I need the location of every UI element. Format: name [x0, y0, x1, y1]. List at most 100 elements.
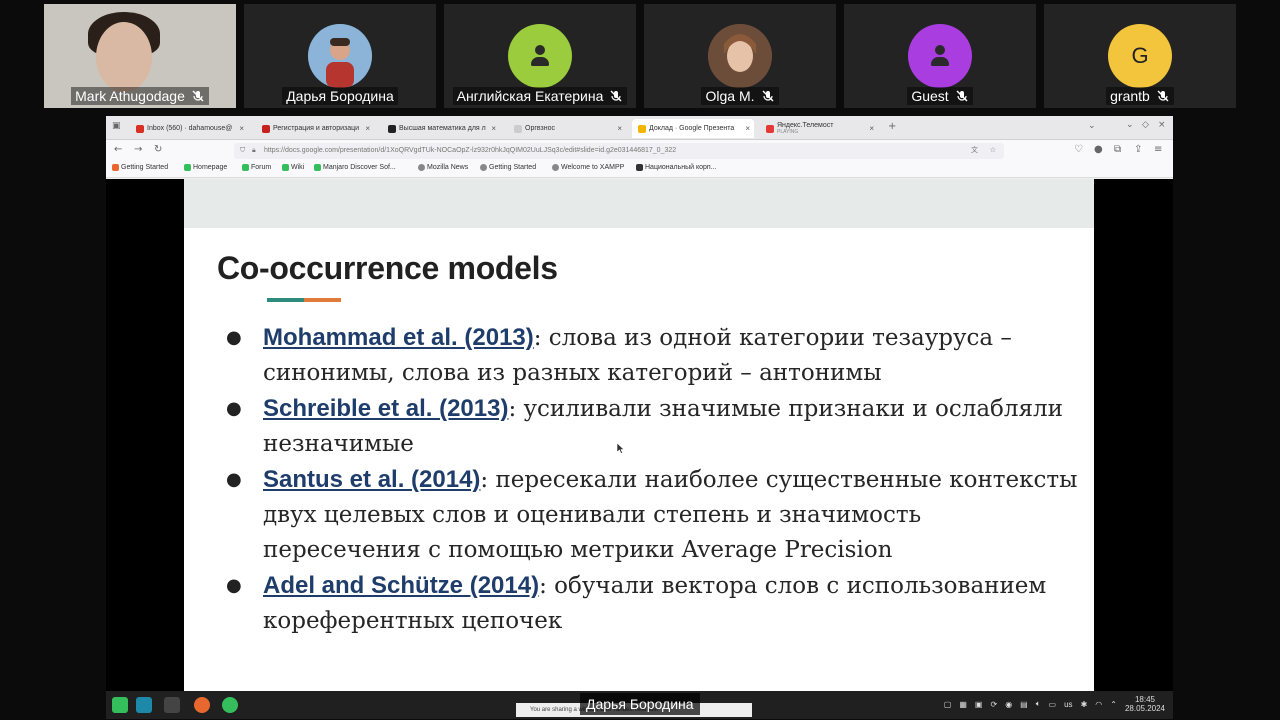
screenshot-icon[interactable]: ▣ — [975, 700, 983, 709]
participant-name: Английская Екатерина — [456, 88, 604, 104]
bullet-item: ● Adel and Schütze (2014): обучали вектор… — [226, 572, 1047, 634]
tab-list-chevron-icon[interactable]: ⌄ — [1088, 121, 1096, 131]
participant-name: Guest — [911, 88, 949, 104]
tab-overview-icon[interactable]: ▣ — [112, 121, 121, 131]
telemost-icon — [766, 124, 774, 133]
mic-muted-icon — [1157, 90, 1169, 102]
page-icon — [388, 124, 396, 133]
avatar-letter: G — [1131, 43, 1149, 68]
bookmark-item[interactable]: Getting Started — [480, 164, 536, 171]
battery-icon[interactable]: ▭ — [1049, 700, 1057, 709]
keyboard-layout[interactable]: us — [1064, 700, 1072, 709]
minimize-icon[interactable]: ⌄ — [1126, 120, 1134, 130]
clock[interactable]: 18:45 28.05.2024 — [1125, 695, 1165, 713]
bookmark-item[interactable]: Forum — [242, 164, 271, 171]
url-bar[interactable]: ⛉ 🔒︎ https://docs.google.com/presentatio… — [234, 143, 1004, 159]
media-icon[interactable]: ◉ — [1005, 700, 1012, 709]
bookmarks-bar: Getting Started Homepage Forum Wiki Manj… — [106, 162, 1173, 178]
shared-browser-window: ▣ Inbox (560) · dahamouse@ × Регистрация … — [106, 116, 1173, 719]
window-icon[interactable]: ▢ — [944, 700, 952, 709]
extensions-icon[interactable]: ⧉ — [1114, 144, 1121, 155]
browser-tab[interactable]: Оргвзнос × — [508, 119, 626, 138]
citation-link[interactable]: Mohammad et al. (2013) — [263, 324, 534, 351]
participant-tile[interactable]: Mark Athugodage — [44, 4, 236, 108]
bookmark-item[interactable]: Wiki — [282, 164, 304, 171]
browser-tab[interactable]: Яндекс.Телемост PLAYING × — [760, 119, 878, 138]
participant-avatar — [508, 24, 572, 88]
reload-icon[interactable]: ↻ — [154, 144, 162, 155]
update-icon[interactable]: ⟳ — [990, 700, 997, 709]
maximize-icon[interactable]: ◇ — [1142, 120, 1149, 130]
participant-name: grantb — [1110, 88, 1150, 104]
clipboard-icon[interactable]: ▤ — [1020, 700, 1028, 709]
mic-muted-icon — [192, 90, 204, 102]
tray-expand-icon[interactable]: ⌃ — [1110, 700, 1117, 709]
firefox-icon[interactable] — [194, 697, 210, 713]
shield-icon: ⛉ — [240, 147, 246, 154]
citation-link[interactable]: Santus et al. (2014) — [263, 466, 480, 493]
participant-tile[interactable]: Дарья Бородина — [244, 4, 436, 108]
bullet-item: ● Mohammad et al. (2013): слова из одной … — [226, 324, 1012, 386]
download-icon[interactable] — [222, 697, 238, 713]
bookmark-item[interactable]: Mozilla News — [418, 164, 468, 171]
citation-link[interactable]: Adel and Schütze (2014) — [263, 572, 539, 599]
page-icon — [514, 124, 522, 133]
bookmark-item[interactable]: Welcome to XAMPP — [552, 164, 624, 171]
participant-tile[interactable]: Guest — [844, 4, 1036, 108]
person-icon — [527, 43, 553, 69]
close-icon[interactable]: × — [617, 124, 626, 133]
tab-bar: ▣ Inbox (560) · dahamouse@ × Регистрация … — [106, 116, 1173, 140]
close-window-icon[interactable]: × — [1158, 120, 1166, 130]
browser-tab-active[interactable]: Доклад · Google Презента × — [632, 119, 754, 138]
presentation-area: Co-occurrence models ● Mohammad et al. (2… — [106, 179, 1173, 691]
navigation-bar: ← → ↻ ⛉ 🔒︎ https://docs.google.com/prese… — [106, 140, 1173, 162]
presenter-name: Дарья Бородина — [580, 693, 700, 715]
network-monitor-icon[interactable]: ▦ — [959, 700, 967, 709]
participant-tile[interactable]: Английская Екатерина — [444, 4, 636, 108]
participant-tile[interactable]: G grantb — [1044, 4, 1236, 108]
pocket-icon[interactable]: ♡ — [1074, 144, 1083, 155]
bookmark-item[interactable]: Homepage — [184, 164, 227, 171]
browser-tab[interactable]: Inbox (560) · dahamouse@ × — [130, 119, 248, 138]
close-icon[interactable]: × — [239, 124, 248, 133]
bookmark-item[interactable]: Manjaro Discover Sof... — [314, 164, 396, 171]
wifi-icon[interactable]: ◠ — [1095, 700, 1102, 709]
system-tray: ▢ ▦ ▣ ⟳ ◉ ▤ 🔈︎ ▭ us ✱ ◠ ⌃ 18:45 28.05.202… — [944, 695, 1165, 713]
taskbar: You are sharing a window with Yandex.Tel… — [106, 691, 1173, 719]
gmail-icon — [262, 124, 270, 133]
previous-slide-edge — [184, 179, 1094, 228]
participant-tile[interactable]: Olga M. — [644, 4, 836, 108]
slide-title: Co-occurrence models — [217, 250, 558, 286]
participant-name: Olga M. — [705, 88, 755, 104]
browser-tab[interactable]: Регистрация и авторизаци × — [256, 119, 374, 138]
participant-avatar — [308, 24, 372, 88]
forward-icon[interactable]: → — [134, 144, 142, 155]
back-icon[interactable]: ← — [114, 144, 122, 155]
participant-name: Дарья Бородина — [286, 88, 394, 104]
mic-muted-icon — [956, 90, 968, 102]
mouse-cursor-icon — [617, 443, 625, 454]
bookmark-star-icon[interactable]: ☆ — [990, 143, 996, 159]
close-icon[interactable]: × — [869, 124, 878, 133]
share-icon[interactable]: ⇪ — [1134, 144, 1142, 155]
bookmark-item[interactable]: Getting Started — [112, 164, 168, 171]
terminal-icon[interactable] — [164, 697, 180, 713]
lock-icon: 🔒︎ — [252, 147, 256, 154]
close-icon[interactable]: × — [365, 124, 374, 133]
new-tab-button[interactable]: + — [888, 121, 896, 132]
mic-muted-icon — [762, 90, 773, 102]
translate-icon[interactable]: 文 — [971, 143, 978, 159]
account-icon[interactable]: ● — [1094, 144, 1103, 155]
menu-icon[interactable]: ≡ — [1154, 144, 1162, 155]
bookmark-item[interactable]: Национальный корп... — [636, 164, 717, 171]
bluetooth-icon[interactable]: ✱ — [1081, 700, 1088, 709]
manjaro-menu-icon[interactable] — [112, 697, 128, 713]
bullet-item: ● Schreible et al. (2013): усиливали знач… — [226, 395, 1063, 457]
citation-link[interactable]: Schreible et al. (2013) — [263, 395, 508, 422]
file-manager-icon[interactable] — [136, 697, 152, 713]
mic-muted-icon — [610, 90, 622, 102]
close-icon[interactable]: × — [745, 124, 754, 133]
close-icon[interactable]: × — [491, 124, 500, 133]
volume-icon[interactable]: 🔈︎ — [1036, 699, 1041, 709]
browser-tab[interactable]: Высшая математика для л × — [382, 119, 500, 138]
